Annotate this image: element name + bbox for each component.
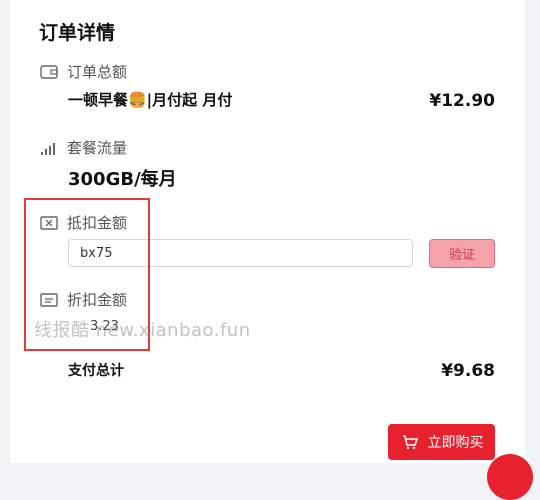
floating-action-button[interactable] <box>487 454 533 500</box>
discount-value: 3.23 <box>90 319 119 334</box>
traffic-label: 套餐流量 <box>67 139 128 157</box>
deduction-row: 抵扣金额 <box>39 212 127 233</box>
buy-now-label: 立即购买 <box>427 435 484 451</box>
wallet-icon <box>39 63 59 81</box>
deduction-label: 抵扣金额 <box>67 214 128 232</box>
traffic-value: 300GB/每月 <box>68 169 177 190</box>
discount-row: 折扣金额 <box>39 289 127 310</box>
order-details-card: 订单详情 订单总额 一顿早餐🍔|月付起 月付 ¥12.90 套餐流量 300GB… <box>10 0 525 463</box>
receipt-icon <box>39 291 59 309</box>
order-total-row: 订单总额 <box>39 61 127 82</box>
signal-icon <box>39 139 59 157</box>
verify-button[interactable]: 验证 <box>429 239 495 268</box>
deduction-code-input[interactable] <box>68 239 413 267</box>
order-price: ¥12.90 <box>429 91 495 111</box>
total-label: 支付总计 <box>68 363 124 379</box>
page-title: 订单详情 <box>39 22 116 44</box>
buy-now-button[interactable]: 立即购买 <box>388 424 495 460</box>
coupon-icon <box>39 214 59 232</box>
plan-name: 一顿早餐🍔|月付起 月付 <box>68 91 233 109</box>
traffic-row: 套餐流量 <box>39 137 127 158</box>
order-total-label: 订单总额 <box>67 63 128 81</box>
watermark-text: 线报酷 new.xianbao.fun <box>34 320 251 341</box>
total-value: ¥9.68 <box>441 361 495 381</box>
cart-icon <box>400 433 420 451</box>
discount-label: 折扣金额 <box>67 291 128 309</box>
